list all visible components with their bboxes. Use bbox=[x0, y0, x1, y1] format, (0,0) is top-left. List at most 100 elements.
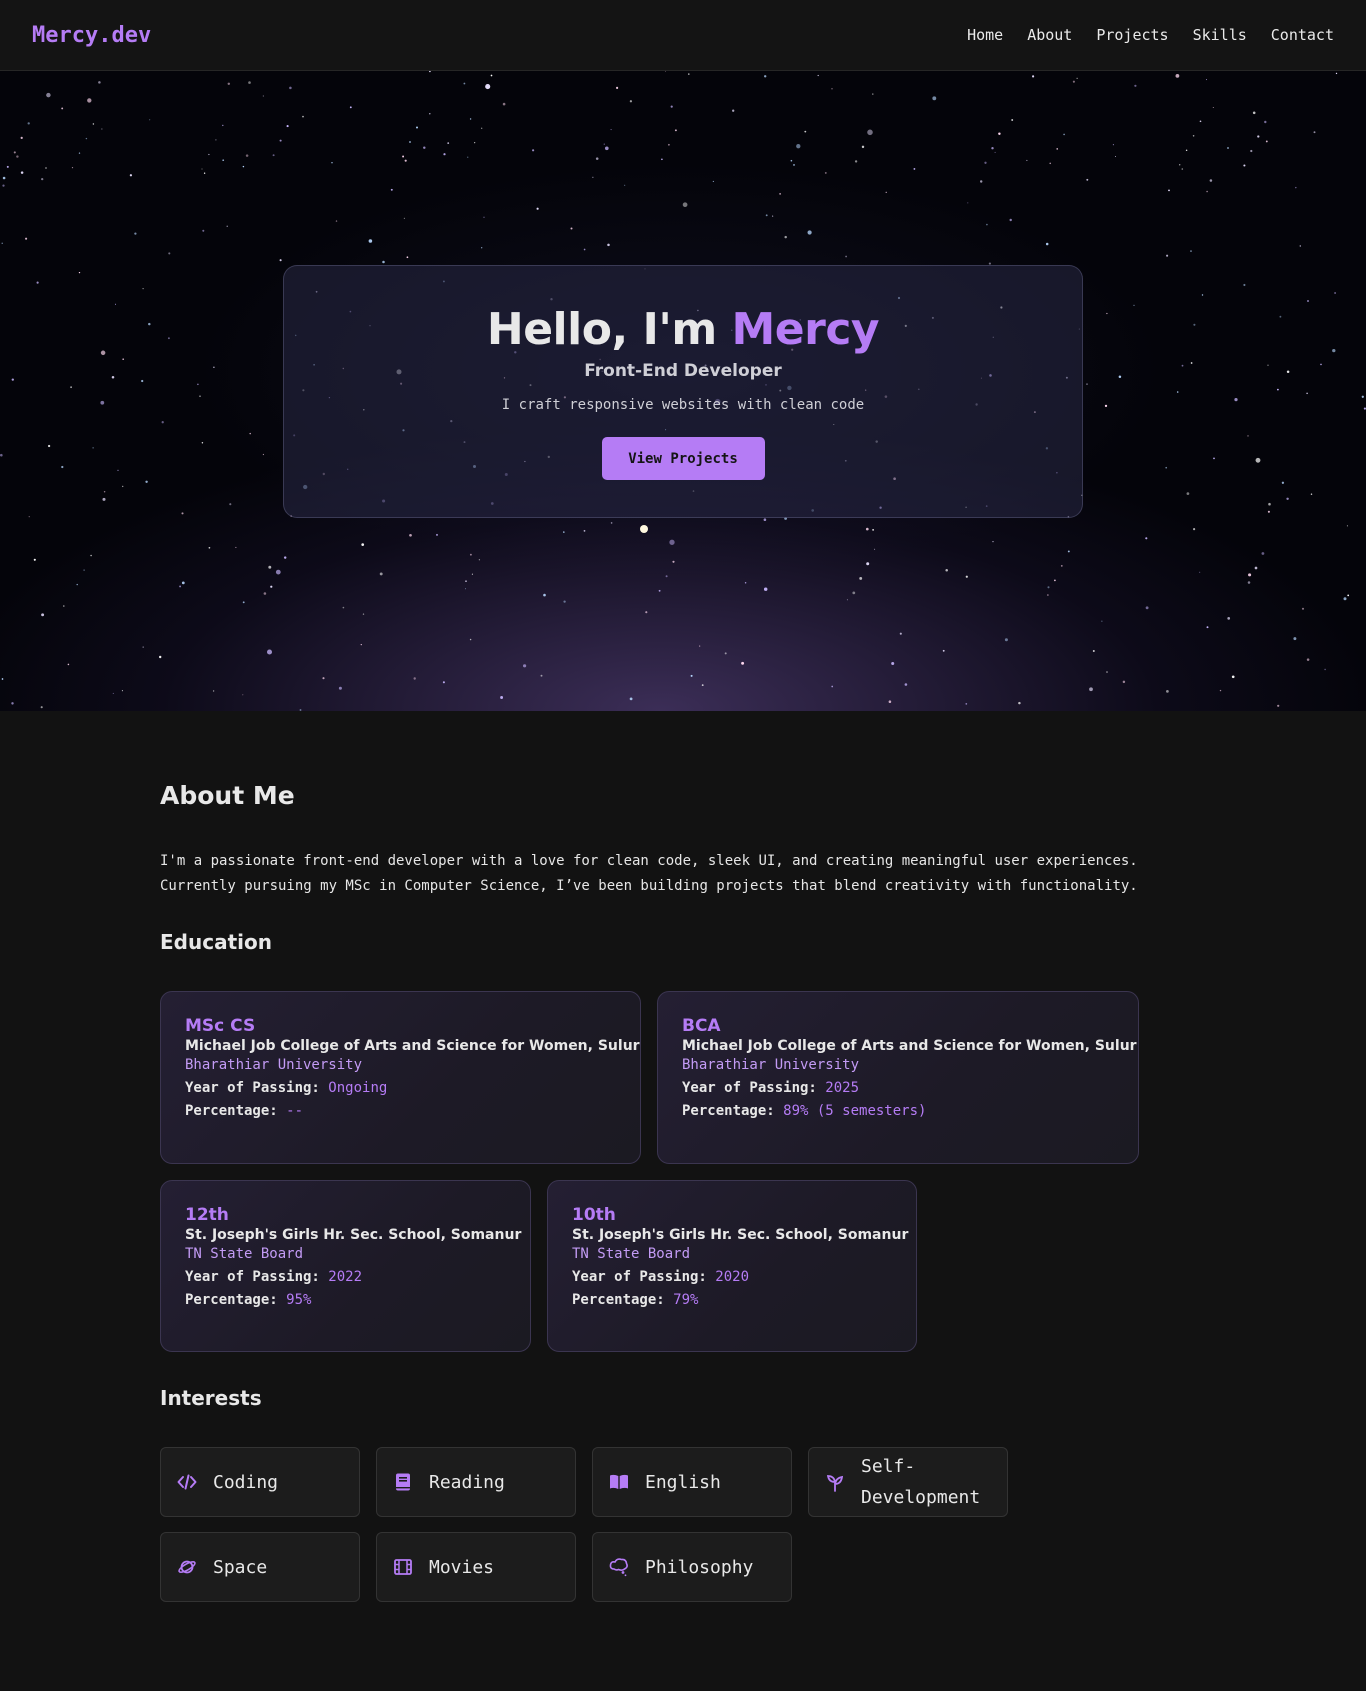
interest-chip-movies[interactable]: Movies bbox=[376, 1532, 576, 1602]
star bbox=[25, 237, 28, 240]
interest-label: Philosophy bbox=[645, 1556, 754, 1578]
star bbox=[263, 592, 267, 595]
star bbox=[610, 522, 613, 524]
star bbox=[478, 559, 481, 561]
star bbox=[203, 172, 206, 174]
nav-link-projects[interactable]: Projects bbox=[1096, 26, 1168, 44]
education-board: TN State Board bbox=[185, 1246, 304, 1262]
star bbox=[845, 255, 847, 258]
star bbox=[465, 588, 466, 590]
star bbox=[1335, 72, 1338, 75]
interest-chip-philosophy[interactable]: Philosophy bbox=[592, 1532, 792, 1602]
star bbox=[1063, 133, 1065, 136]
percentage-label: Percentage: bbox=[185, 1103, 278, 1119]
education-board: Bharathiar University bbox=[682, 1057, 860, 1073]
education-degree: 12th bbox=[185, 1205, 229, 1225]
star bbox=[1265, 140, 1268, 143]
star bbox=[945, 568, 948, 572]
star bbox=[1011, 119, 1014, 121]
star bbox=[1190, 362, 1193, 364]
star bbox=[1227, 617, 1231, 620]
star bbox=[142, 287, 144, 290]
star bbox=[1254, 566, 1258, 570]
interest-label: Reading bbox=[429, 1471, 505, 1493]
star bbox=[765, 214, 768, 217]
star bbox=[28, 516, 30, 518]
star bbox=[1213, 457, 1215, 460]
star bbox=[867, 129, 873, 136]
education-heading: Education bbox=[160, 930, 272, 954]
nav-link-skills[interactable]: Skills bbox=[1193, 26, 1247, 44]
star bbox=[447, 142, 450, 144]
star bbox=[852, 591, 856, 595]
thought-bubble-icon bbox=[609, 1558, 628, 1577]
star bbox=[379, 572, 383, 576]
star bbox=[790, 159, 793, 162]
star bbox=[1, 242, 3, 244]
star bbox=[41, 177, 44, 181]
year-value: 2020 bbox=[715, 1269, 750, 1285]
star bbox=[87, 98, 92, 103]
interest-chip-coding[interactable]: Coding bbox=[160, 1447, 360, 1517]
star bbox=[122, 358, 125, 361]
star bbox=[20, 136, 23, 140]
star bbox=[142, 646, 144, 648]
star bbox=[712, 180, 714, 182]
star bbox=[249, 432, 251, 435]
star bbox=[1118, 375, 1122, 379]
education-percentage-row: Percentage: 79% bbox=[572, 1292, 892, 1308]
nav-link-about[interactable]: About bbox=[1027, 26, 1072, 44]
year-label: Year of Passing: bbox=[185, 1269, 320, 1285]
star bbox=[331, 161, 333, 164]
star bbox=[413, 677, 416, 680]
star bbox=[665, 71, 666, 72]
star bbox=[149, 119, 151, 121]
nav-link-contact[interactable]: Contact bbox=[1271, 26, 1334, 44]
star bbox=[1133, 304, 1135, 307]
education-degree: 10th bbox=[572, 1205, 616, 1225]
star bbox=[1343, 597, 1347, 601]
star bbox=[699, 645, 701, 647]
star bbox=[616, 86, 619, 89]
star bbox=[483, 216, 485, 218]
star bbox=[998, 132, 1001, 135]
star bbox=[1306, 658, 1310, 661]
star bbox=[1295, 186, 1297, 189]
star bbox=[563, 531, 565, 533]
star bbox=[763, 587, 768, 591]
star bbox=[1227, 147, 1229, 149]
interest-chip-space[interactable]: Space bbox=[160, 1532, 360, 1602]
nav-link-home[interactable]: Home bbox=[967, 26, 1003, 44]
star bbox=[1018, 701, 1021, 705]
year-label: Year of Passing: bbox=[185, 1080, 320, 1096]
star bbox=[1243, 164, 1246, 167]
interest-chip-self-development[interactable]: Self-Development bbox=[808, 1447, 1008, 1517]
star bbox=[1277, 388, 1279, 391]
seedling-icon bbox=[826, 1475, 844, 1492]
star bbox=[1267, 510, 1270, 513]
star bbox=[349, 106, 352, 109]
star bbox=[27, 122, 30, 125]
education-year-row: Year of Passing: 2025 bbox=[682, 1080, 1114, 1096]
year-label: Year of Passing: bbox=[572, 1269, 707, 1285]
star bbox=[1199, 571, 1201, 573]
star bbox=[262, 95, 264, 97]
star bbox=[129, 174, 133, 177]
interest-chip-english[interactable]: English bbox=[592, 1447, 792, 1517]
star bbox=[1299, 245, 1302, 247]
star bbox=[741, 661, 745, 665]
interest-chip-reading[interactable]: Reading bbox=[376, 1447, 576, 1517]
view-projects-button[interactable]: View Projects bbox=[601, 437, 765, 480]
brand-logo[interactable]: Mercy.dev bbox=[32, 23, 151, 48]
star bbox=[222, 159, 225, 162]
star bbox=[1179, 164, 1181, 166]
star bbox=[899, 632, 902, 635]
film-icon bbox=[394, 1559, 412, 1575]
star bbox=[1320, 363, 1322, 366]
star bbox=[1193, 323, 1196, 326]
star bbox=[335, 220, 338, 222]
education-year-row: Year of Passing: Ongoing bbox=[185, 1080, 616, 1096]
percentage-value: 79% bbox=[673, 1292, 699, 1308]
star bbox=[481, 127, 483, 129]
star bbox=[92, 123, 95, 125]
